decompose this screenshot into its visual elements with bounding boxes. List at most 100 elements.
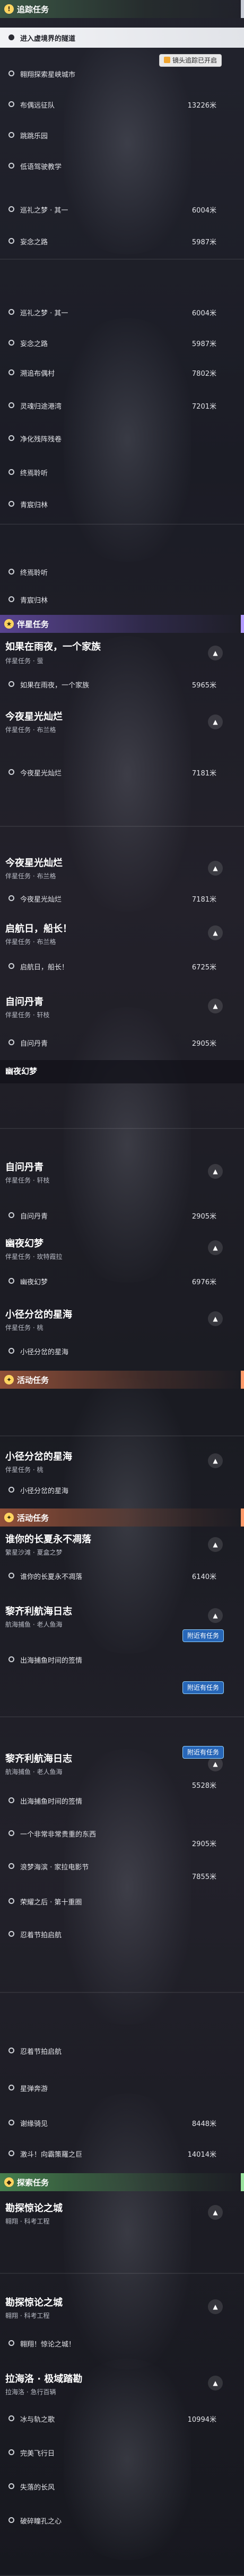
quest-row[interactable]: 跳跳乐园 — [0, 125, 244, 145]
quest-header[interactable]: 今夜星光灿烂 伴星任务 · 布兰格 ▲ — [0, 700, 244, 739]
quest-row[interactable]: 终焉聆听 — [0, 562, 244, 582]
quest-row[interactable]: 进入虚境界的隧道 — [0, 28, 244, 48]
quest-row[interactable]: 完美飞行日 — [0, 2442, 244, 2463]
collapse-chevron-icon[interactable]: ▲ — [208, 861, 223, 876]
quest-row[interactable]: 巡礼之梦 · 其一 6004米 — [0, 302, 244, 322]
quest-header[interactable]: 自问丹青 伴星任务 · 轩枝 ▲ — [0, 1153, 244, 1189]
quest-status-icon — [8, 132, 14, 138]
quest-row[interactable]: 荣耀之后 · 第十重圈 — [0, 1891, 244, 1911]
quest-row[interactable]: 启航日，船长！ 6725米 — [0, 956, 244, 976]
category-title: 探索任务 — [17, 2178, 49, 2187]
quest-row[interactable]: 失落的长风 — [0, 2476, 244, 2496]
quest-row[interactable]: 妄念之路 5987米 — [0, 333, 244, 353]
quest-title: 今夜星光灿烂 — [5, 858, 63, 869]
quest-row[interactable]: 谢缘骑见 8448米 — [0, 2113, 244, 2133]
collapse-chevron-icon[interactable]: ▲ — [208, 1453, 223, 1468]
quest-label: 小径分岔的星海 — [20, 1348, 69, 1356]
quest-row[interactable]: 低语驾驶教学 — [0, 156, 244, 176]
quest-row[interactable]: 冰与轨之歌 10994米 — [0, 2409, 244, 2429]
quest-row[interactable]: 小径分岔的星海 — [0, 1341, 244, 1361]
category-header-tracking[interactable]: ! 追踪任务 — [0, 0, 244, 18]
quest-label: 妄念之路 — [20, 340, 48, 348]
quest-status-icon — [8, 1573, 14, 1578]
quest-row[interactable]: 青宸归林 — [0, 494, 244, 514]
collapse-chevron-icon[interactable]: ▲ — [208, 1240, 223, 1255]
quest-row[interactable]: 忍着节拍启航 — [0, 2041, 244, 2061]
quest-row[interactable]: 终焉聆听 — [0, 462, 244, 482]
quest-header[interactable]: 勘探惊论之城 翱翔 · 科考工程 ▲ — [0, 2195, 244, 2233]
quest-title: 启航日，船长！ — [5, 923, 72, 934]
quest-row[interactable]: 小径分岔的星海 — [0, 1480, 244, 1500]
collapse-chevron-icon[interactable]: ▲ — [208, 999, 223, 1013]
quest-header[interactable]: 拉海洛 · 极域踏勘 拉海洛 · 急行百辆 ▲ — [0, 2364, 244, 2402]
quest-distance: 2905米 — [191, 1213, 216, 1221]
category-accent — [241, 1508, 244, 1527]
quest-label: 进入虚境界的隧道 — [20, 35, 76, 43]
collapse-chevron-icon[interactable]: ▲ — [208, 1311, 223, 1326]
quest-row[interactable]: 星弹奔游 — [0, 2078, 244, 2098]
quest-row[interactable]: 今夜星光灿烂 7181米 — [0, 762, 244, 782]
quest-row[interactable]: 翱翔！惊论之城！ — [0, 2333, 244, 2353]
quest-row[interactable]: 净化残阵残卷 — [0, 428, 244, 448]
quest-title: 谁你的长夏永不凋落 — [5, 1534, 91, 1545]
quest-list-panel: 今夜星光灿烂 伴星任务 · 布兰格 ▲ 今夜星光灿烂 7181米 启航日，船长！… — [0, 848, 244, 1129]
quest-header[interactable]: 自问丹青 伴星任务 · 轩枝 ▲ — [0, 987, 244, 1025]
collapse-chevron-icon[interactable]: ▲ — [208, 2299, 223, 2314]
quest-header[interactable]: 勘探惊论之城 翱翔 · 科考工程 ▲ — [0, 2290, 244, 2327]
quest-row[interactable]: 自问丹青 2905米 — [0, 1205, 244, 1225]
quest-header[interactable]: 如果在雨夜，一个家族 伴星任务 · 萤 ▲ — [0, 635, 244, 672]
collapse-chevron-icon[interactable]: ▲ — [208, 2205, 223, 2220]
quest-label: 青宸归林 — [20, 597, 48, 605]
collapse-chevron-icon[interactable]: ▲ — [208, 714, 223, 729]
quest-row[interactable]: 今夜星光灿烂 7181米 — [0, 888, 244, 908]
quest-status-icon — [8, 435, 14, 441]
quest-row[interactable]: 青宸归林 — [0, 589, 244, 610]
quest-row[interactable]: 灵魂归途港湾 7201米 — [0, 395, 244, 416]
quest-header[interactable]: 谁你的长夏永不凋落 繁星沙滩 · 夏盒之梦 ▲ — [0, 1529, 244, 1562]
collapse-chevron-icon[interactable]: ▲ — [208, 646, 223, 660]
category-header-companion[interactable]: ★ 伴星任务 — [0, 615, 244, 633]
category-header-event[interactable]: ✦ 活动任务 — [0, 1508, 244, 1527]
quest-header[interactable]: 幽夜幻梦 — [0, 1060, 244, 1083]
category-header-event[interactable]: ✦ 活动任务 — [0, 1371, 244, 1389]
collapse-chevron-icon[interactable]: ▲ — [208, 1757, 223, 1771]
quest-status-icon — [8, 402, 14, 408]
quest-header[interactable]: 启航日，船长！ 伴星任务 · 布兰格 ▲ — [0, 914, 244, 951]
quest-row[interactable]: 巡礼之梦 · 其一 6004米 — [0, 199, 244, 219]
quest-subtitle: 翱翔 · 科考工程 — [5, 2312, 50, 2319]
quest-row[interactable]: 妄念之路 5987米 — [0, 231, 244, 251]
quest-row[interactable]: 忍着节拍启航 — [0, 1924, 244, 1944]
collapse-chevron-icon[interactable]: ▲ — [208, 1164, 223, 1179]
collapse-chevron-icon[interactable]: ▲ — [208, 925, 223, 940]
quest-row[interactable]: 激斗！向霸策羅之巨 14014米 — [0, 2143, 244, 2164]
quest-list-panel: 终焉聆听 青宸归林 ★ 伴星任务 如果在雨夜，一个家族 伴星任务 · 萤 ▲ 如… — [0, 562, 244, 827]
quest-label: 低语驾驶教学 — [20, 163, 62, 171]
quest-row[interactable]: 出海捕鱼时间的签情 — [0, 1790, 244, 1811]
quest-header[interactable]: 今夜星光灿烂 伴星任务 · 布兰格 ▲ — [0, 851, 244, 885]
collapse-chevron-icon[interactable]: ▲ — [208, 2376, 223, 2390]
quest-row[interactable]: 布偶远征队 13226米 — [0, 94, 244, 114]
quest-subtitle: 翱翔 · 科考工程 — [5, 2218, 50, 2225]
quest-header[interactable]: 小径分岔的星海 伴星任务 · 桃 ▲ — [0, 1300, 244, 1337]
quest-row[interactable]: 破碎瞳孔之心 — [0, 2510, 244, 2530]
collapse-chevron-icon[interactable]: ▲ — [208, 1537, 223, 1552]
quest-row[interactable]: 谁你的长夏永不凋落 6140米 — [0, 1566, 244, 1586]
quest-label: 布偶远征队 — [20, 102, 55, 110]
quest-row[interactable]: 出海捕鱼时间的签情 — [0, 1649, 244, 1670]
category-header-exploration[interactable]: ◆ 探索任务 — [0, 2173, 244, 2191]
quest-row[interactable]: 如果在雨夜，一个家族 5965米 — [0, 674, 244, 694]
quest-header[interactable]: 小径分岔的星海 伴星任务 · 桃 ▲ — [0, 1444, 244, 1478]
quest-row[interactable]: 溯追布偶村 7802米 — [0, 363, 244, 383]
quest-subtitle: 繁星沙滩 · 夏盒之梦 — [5, 1549, 63, 1556]
quest-title: 勘探惊论之城 — [5, 2203, 63, 2214]
collapse-chevron-icon[interactable]: ▲ — [208, 1608, 223, 1623]
quest-status-icon — [8, 1348, 14, 1354]
quest-row[interactable]: 自问丹青 2905米 — [0, 1033, 244, 1053]
notice-label: 镜头追踪已开启 — [172, 57, 217, 64]
quest-row[interactable]: 翱翔探索星峡城市 — [0, 64, 244, 84]
quest-label: 妄念之路 — [20, 239, 48, 246]
quest-header[interactable]: 幽夜幻梦 伴星任务 · 玫特霞拉 ▲ — [0, 1229, 244, 1266]
quest-row[interactable]: 幽夜幻梦 6976米 — [0, 1271, 244, 1291]
quest-status-icon — [8, 2120, 14, 2125]
quest-label: 终焉聆听 — [20, 569, 48, 577]
